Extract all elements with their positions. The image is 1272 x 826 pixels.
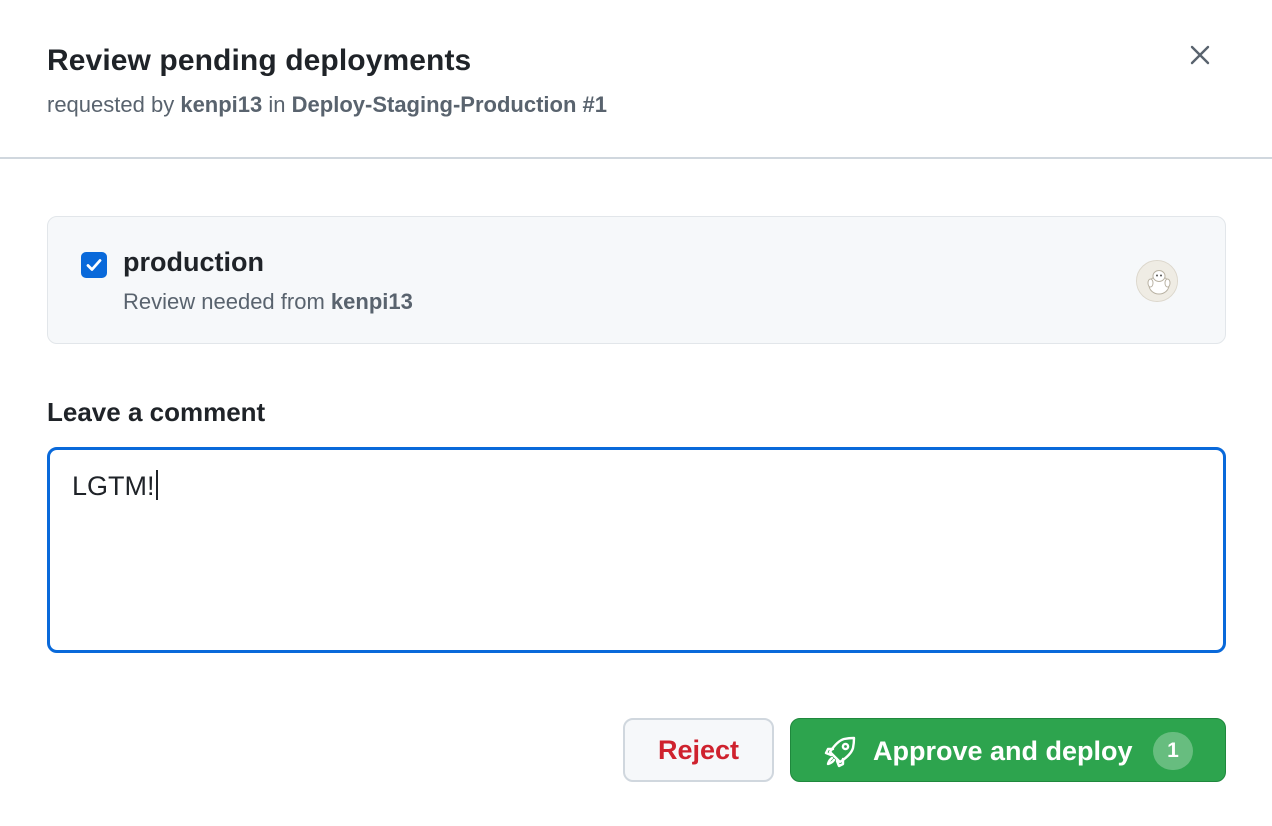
environment-review-text: Review needed from kenpi13 [123, 289, 413, 315]
dialog-subtitle: requested by kenpi13 in Deploy-Staging-P… [47, 92, 607, 118]
dialog-header: Review pending deployments requested by … [0, 0, 1272, 159]
workflow-run-name: Deploy-Staging-Production #1 [291, 92, 607, 117]
review-prefix: Review needed from [123, 289, 325, 314]
comment-textarea[interactable]: LGTM! [47, 447, 1226, 653]
subtitle-connector: in [268, 92, 286, 117]
avatar-image-icon [1137, 261, 1177, 301]
avatar[interactable] [1136, 260, 1178, 302]
approve-and-deploy-button[interactable]: Approve and deploy 1 [790, 718, 1226, 782]
checkmark-icon [86, 259, 102, 271]
close-button[interactable] [1178, 33, 1222, 77]
environment-checkbox[interactable] [81, 252, 107, 278]
close-icon [1190, 45, 1210, 65]
comment-label: Leave a comment [47, 397, 266, 427]
text-caret [155, 470, 158, 500]
reviewer-name: kenpi13 [330, 289, 413, 314]
subtitle-prefix: requested by [47, 92, 175, 117]
review-deployments-dialog: Review pending deployments requested by … [0, 0, 1272, 826]
approve-label: Approve and deploy [873, 736, 1133, 766]
reject-button[interactable]: Reject [623, 718, 774, 782]
dialog-title: Review pending deployments [47, 44, 472, 77]
comment-value: LGTM! [72, 471, 155, 501]
rocket-icon [824, 736, 856, 768]
environment-name: production [123, 247, 264, 277]
approve-count-badge: 1 [1153, 732, 1193, 770]
requester-name: kenpi13 [180, 92, 263, 117]
environment-card: production Review needed from kenpi13 [47, 216, 1226, 344]
